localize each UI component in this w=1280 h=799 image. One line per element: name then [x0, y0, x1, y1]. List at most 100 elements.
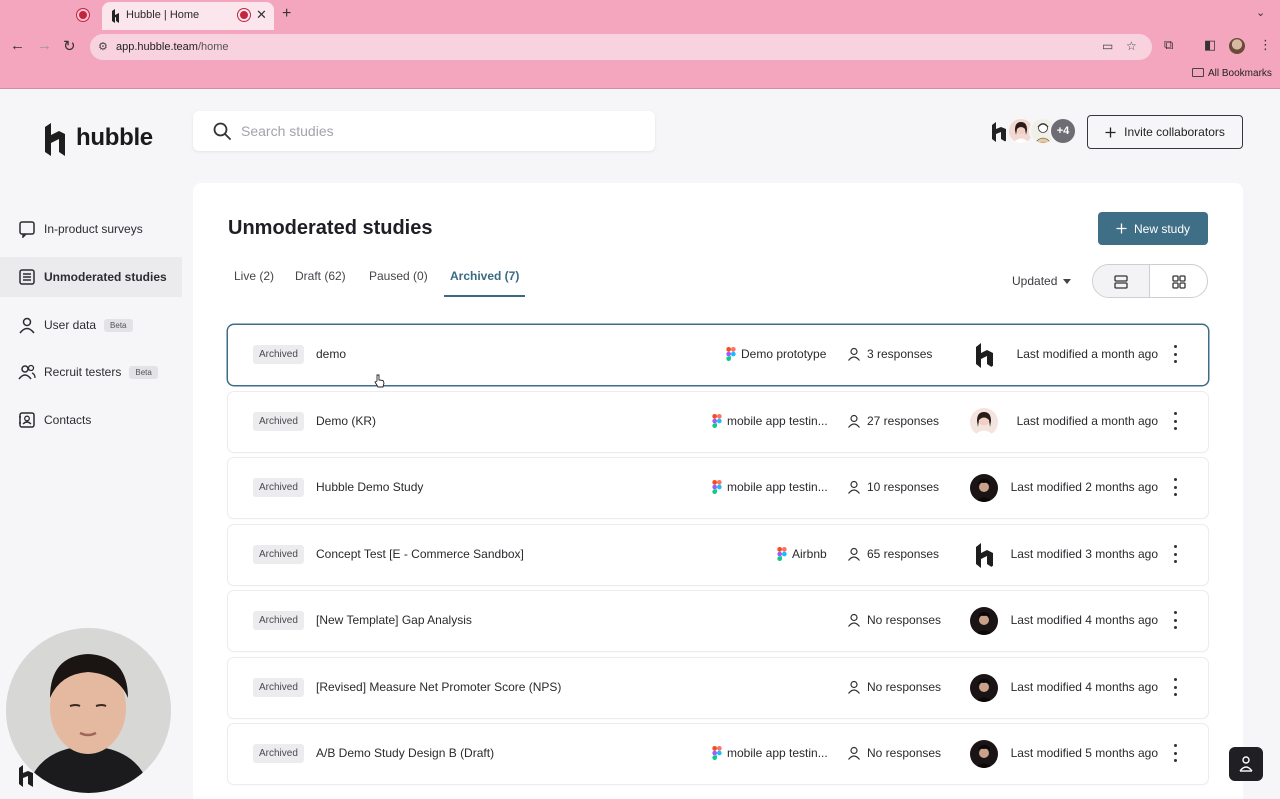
study-row[interactable]: Archived Concept Test [E - Commerce Sand…: [228, 525, 1208, 585]
sidebar-item-in-product-surveys[interactable]: In-product surveys: [0, 209, 182, 249]
page-title: Unmoderated studies: [228, 217, 433, 239]
extensions-icon[interactable]: ⧉: [1164, 37, 1173, 53]
tab-recording-icon: [238, 9, 250, 21]
tab-search-chevron-icon[interactable]: ⌄: [1256, 6, 1265, 19]
help-widget-button[interactable]: [1229, 747, 1263, 781]
tab-live[interactable]: Live (2): [234, 269, 274, 297]
new-study-button[interactable]: New study: [1098, 212, 1208, 245]
sidepanel-icon[interactable]: ◧: [1204, 37, 1216, 53]
figma-icon: [726, 347, 736, 361]
study-title[interactable]: demo: [316, 347, 346, 361]
tab-draft[interactable]: Draft (62): [295, 269, 346, 297]
reload-icon[interactable]: ↻: [63, 37, 76, 55]
tab-paused[interactable]: Paused (0): [369, 269, 428, 297]
prototype-link[interactable]: mobile app testin...: [712, 414, 828, 428]
browser-menu-icon[interactable]: ⋮: [1259, 37, 1272, 53]
more-options-icon[interactable]: [1172, 744, 1178, 762]
studies-panel: Unmoderated studies New study Live (2) D…: [193, 183, 1243, 799]
list-view-icon: [1114, 275, 1128, 289]
last-modified: Last modified a month ago: [1016, 347, 1158, 361]
list-view-button[interactable]: [1093, 265, 1151, 297]
status-badge: Archived: [253, 611, 304, 630]
more-options-icon[interactable]: [1172, 345, 1178, 363]
figma-icon: [712, 746, 722, 760]
figma-icon: [712, 414, 722, 428]
hubble-logo-icon[interactable]: [17, 764, 35, 788]
grid-view-icon: [1171, 275, 1186, 289]
sidebar-item-contacts[interactable]: Contacts: [0, 400, 182, 440]
more-options-icon[interactable]: [1172, 678, 1178, 696]
tab-strip: Hubble | Home ✕ + ⌄: [0, 0, 1280, 30]
man-avatar-icon: [975, 612, 993, 635]
owner-avatar: [970, 408, 998, 436]
study-row[interactable]: Archived Hubble Demo Study mobile app te…: [228, 458, 1208, 518]
status-badge: Archived: [253, 478, 304, 497]
beta-badge: Beta: [104, 318, 133, 332]
profile-avatar[interactable]: [1229, 38, 1245, 54]
address-bar[interactable]: ⚙ app.hubble.team/home ▭ ☆: [90, 34, 1152, 60]
more-options-icon[interactable]: [1172, 611, 1178, 629]
study-row[interactable]: Archived [New Template] Gap Analysis No …: [228, 591, 1208, 651]
caret-down-icon: [1063, 279, 1072, 284]
forward-arrow-icon[interactable]: →: [37, 37, 52, 54]
invite-collaborators-button[interactable]: Invite collaborators: [1087, 115, 1243, 149]
grid-view-button[interactable]: [1150, 265, 1207, 297]
bookmark-star-icon[interactable]: ☆: [1126, 39, 1137, 53]
site-settings-icon[interactable]: ⚙: [98, 40, 108, 53]
studies-icon: [19, 269, 35, 285]
person-icon: [848, 746, 860, 760]
invite-label: Invite collaborators: [1124, 125, 1225, 139]
study-title[interactable]: Hubble Demo Study: [316, 480, 423, 494]
tab-archived[interactable]: Archived (7): [444, 269, 526, 297]
person-icon: [848, 480, 860, 494]
browser-tab[interactable]: Hubble | Home ✕: [102, 2, 274, 30]
prototype-link[interactable]: mobile app testin...: [712, 480, 828, 494]
last-modified: Last modified 4 months ago: [1010, 680, 1158, 694]
url-text[interactable]: app.hubble.team/home: [116, 41, 229, 53]
hubble-logo-icon: [976, 343, 993, 368]
user-icon: [19, 317, 35, 334]
study-title[interactable]: [Revised] Measure Net Promoter Score (NP…: [316, 680, 561, 694]
study-title[interactable]: Demo (KR): [316, 414, 376, 428]
prototype-link[interactable]: Airbnb: [777, 547, 827, 561]
owner-avatar: [970, 541, 998, 569]
more-options-icon[interactable]: [1172, 545, 1178, 563]
study-row[interactable]: Archived [Revised] Measure Net Promoter …: [228, 658, 1208, 718]
tab-title: Hubble | Home: [126, 9, 200, 21]
study-row[interactable]: Archived A/B Demo Study Design B (Draft)…: [228, 724, 1208, 784]
sidebar-item-recruit-testers[interactable]: Recruit testers Beta: [0, 352, 182, 392]
folder-icon: [1192, 68, 1204, 77]
status-badge: Archived: [253, 345, 304, 364]
status-badge: Archived: [253, 545, 304, 564]
recording-icon: [77, 9, 89, 21]
new-tab-icon[interactable]: +: [282, 5, 291, 23]
person-icon: [848, 613, 860, 627]
owner-avatar: [970, 607, 998, 635]
last-modified: Last modified 2 months ago: [1010, 480, 1158, 494]
tab-close-icon[interactable]: ✕: [256, 7, 267, 23]
sidebar-item-unmoderated-studies[interactable]: Unmoderated studies: [0, 257, 182, 297]
back-arrow-icon[interactable]: ←: [10, 37, 25, 54]
study-title[interactable]: A/B Demo Study Design B (Draft): [316, 746, 494, 760]
study-title[interactable]: Concept Test [E - Commerce Sandbox]: [316, 547, 524, 561]
camera-icon[interactable]: ▭: [1102, 39, 1113, 53]
last-modified: Last modified 3 months ago: [1010, 547, 1158, 561]
all-bookmarks[interactable]: All Bookmarks: [1192, 68, 1272, 79]
prototype-link[interactable]: Demo prototype: [726, 347, 826, 361]
search-input[interactable]: [241, 119, 621, 143]
more-collaborators-count[interactable]: +4: [1049, 117, 1077, 145]
study-title[interactable]: [New Template] Gap Analysis: [316, 613, 472, 627]
figma-icon: [777, 547, 787, 561]
figma-icon: [712, 480, 722, 494]
study-row[interactable]: Archived Demo (KR) mobile app testin... …: [228, 392, 1208, 452]
responses-count: No responses: [847, 746, 941, 760]
sort-dropdown[interactable]: Updated: [1012, 274, 1072, 288]
responses-count: 65 responses: [847, 547, 939, 561]
more-options-icon[interactable]: [1172, 478, 1178, 496]
man-avatar-icon: [975, 679, 993, 702]
owner-avatar: [970, 341, 998, 369]
sidebar-item-user-data[interactable]: User data Beta: [0, 305, 182, 345]
beta-badge: Beta: [129, 365, 158, 379]
prototype-link[interactable]: mobile app testin...: [712, 746, 828, 760]
more-options-icon[interactable]: [1172, 412, 1178, 430]
